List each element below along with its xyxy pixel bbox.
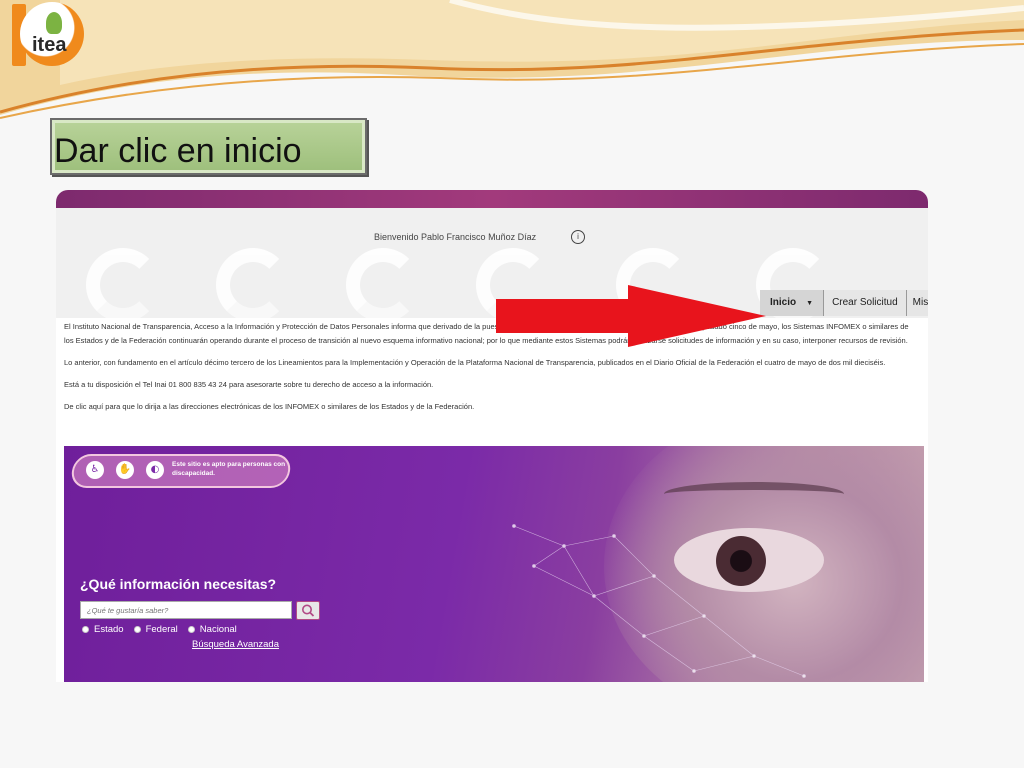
notice-paragraph: Está a tu disposición el Tel Inai 01 800… <box>64 380 434 389</box>
website-screenshot: Bienvenido Pablo Francisco Muñoz Díaz i … <box>56 190 928 682</box>
instruction-title: Dar clic en inicio <box>54 132 302 170</box>
nav-mis-label: Mis <box>912 297 928 308</box>
nav-crear-solicitud[interactable]: Crear Solicitud <box>824 290 907 316</box>
logo-brand: itea <box>32 34 67 56</box>
radio-dot <box>133 626 141 633</box>
search-hero: ♿ ✋ ◐ Este sitio es apto para personas c… <box>64 446 924 682</box>
scope-radio-group: Estado Federal Nacional <box>82 624 237 635</box>
notice-paragraph: Lo anterior, con fundamento en el artícu… <box>64 358 886 367</box>
swirl-icon <box>86 248 160 318</box>
nav-inicio-label: Inicio <box>770 297 797 308</box>
header-decoration <box>0 0 1024 119</box>
search-input[interactable] <box>80 601 292 619</box>
info-icon[interactable]: i <box>571 230 585 244</box>
site-nav: Inicio ▼ Crear Solicitud Mis <box>760 290 928 316</box>
radio-dot <box>187 626 195 633</box>
accessibility-text: Este sitio es apto para personas con dis… <box>172 461 286 477</box>
nav-mis[interactable]: Mis <box>906 290 928 316</box>
site-top-bar <box>56 190 928 208</box>
search-icon <box>302 604 315 617</box>
notice-paragraph: El Instituto Nacional de Transparencia, … <box>64 322 909 345</box>
hero-eyebrow <box>664 482 844 506</box>
radio-label: Nacional <box>199 624 237 635</box>
wheelchair-icon: ♿ <box>86 461 104 479</box>
red-arrow-icon <box>496 285 766 347</box>
leaf-icon <box>46 12 62 34</box>
mesh-network-graphic <box>512 524 806 678</box>
swirl-icon <box>346 248 420 318</box>
nav-crear-solicitud-label: Crear Solicitud <box>832 297 898 308</box>
search-heading: ¿Qué información necesitas? <box>80 576 277 592</box>
itea-logo: itea <box>6 2 84 66</box>
radio-nacional[interactable]: Nacional <box>187 624 237 635</box>
swirl-icon <box>216 248 290 318</box>
low-vision-icon: ◐ <box>146 461 164 479</box>
infomex-link[interactable]: De clic aquí para que lo dirija a las di… <box>64 400 914 414</box>
instruction-title-box: Dar clic en inicio <box>50 118 367 175</box>
radio-label: Estado <box>94 624 124 635</box>
caret-down-icon: ▼ <box>806 300 814 307</box>
radio-label: Federal <box>145 624 178 635</box>
radio-dot <box>82 626 89 633</box>
notice-text: El Instituto Nacional de Transparencia, … <box>64 320 914 422</box>
search-button[interactable] <box>296 601 320 620</box>
advanced-search-link[interactable]: Búsqueda Avanzada <box>192 639 279 650</box>
radio-federal[interactable]: Federal <box>133 624 178 635</box>
nav-inicio[interactable]: Inicio ▼ <box>760 290 825 316</box>
radio-estado[interactable]: Estado <box>82 624 124 635</box>
welcome-text: Bienvenido Pablo Francisco Muñoz Díaz <box>374 232 537 242</box>
hearing-icon: ✋ <box>116 461 134 479</box>
